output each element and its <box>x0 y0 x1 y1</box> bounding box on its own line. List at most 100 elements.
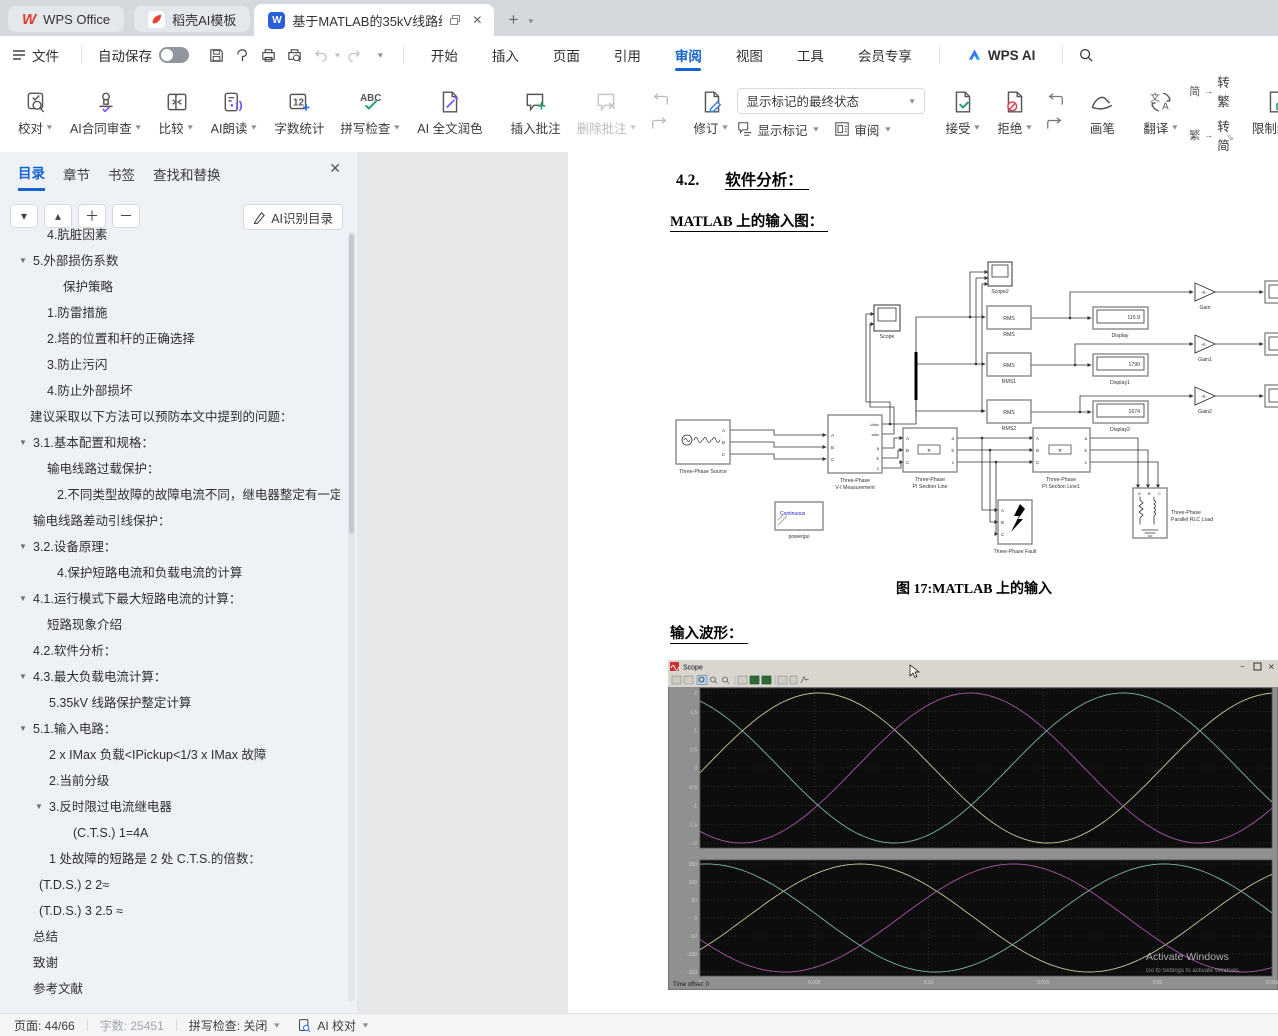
toc-item[interactable]: 4.保护短路电流和负载电流的计算 <box>0 560 340 586</box>
sidebar-close-icon[interactable]: ✕ <box>329 160 341 177</box>
toc-item[interactable]: (C.T.S.) 1=4A <box>0 820 340 846</box>
toc-collapse-icon[interactable]: ▼ <box>19 716 27 742</box>
menu-reference[interactable]: 引用 <box>597 36 658 74</box>
menu-page[interactable]: 页面 <box>536 36 597 74</box>
tab-wps-office[interactable]: W WPS Office <box>8 6 124 32</box>
tab-list-chevron-icon[interactable]: ▼ <box>526 17 535 25</box>
toc-item[interactable]: 输电线路过载保护： <box>0 456 340 482</box>
toc-item[interactable]: 3.防止污闪 <box>0 352 340 378</box>
proofread-button[interactable]: 校对▼ <box>10 90 62 137</box>
toc-item[interactable]: 4.2.软件分析： <box>0 638 340 664</box>
toc-item[interactable]: 2.塔的位置和杆的正确选择 <box>0 326 340 352</box>
menu-home[interactable]: 开始 <box>414 36 475 74</box>
toc-item[interactable]: 5.35kV 线路保护整定计算 <box>0 690 340 716</box>
markup-state-select[interactable]: 显示标记的最终状态▼ <box>737 88 925 114</box>
toc-item[interactable]: 1.防雷措施 <box>0 300 340 326</box>
toc-item[interactable]: (T.D.S.) 3 2.5 ≈ <box>0 898 340 924</box>
toc-collapse-icon[interactable]: ▼ <box>19 430 27 456</box>
toc-item[interactable]: ▼3.1.基本配置和规格： <box>0 430 340 456</box>
toc-item[interactable]: 输电线路差动引线保护： <box>0 508 340 534</box>
toc-item[interactable]: 2.不同类型故障的故障电流不同，继电器整定有一定 ... <box>0 482 340 508</box>
toc-item[interactable]: 4.肮脏因素 <box>0 222 340 248</box>
sidebar-tab-bookmark[interactable]: 书签 <box>108 164 135 190</box>
group-expand-icon[interactable]: ⇘ <box>1226 132 1234 143</box>
pen-button[interactable]: 画笔 <box>1081 90 1123 137</box>
search-icon[interactable] <box>1073 47 1099 63</box>
toc-item[interactable]: 建议采取以下方法可以预防本文中提到的问题： <box>0 404 340 430</box>
toc-item[interactable]: 4.防止外部损坏 <box>0 378 340 404</box>
toc-collapse-icon[interactable]: ▼ <box>19 534 27 560</box>
to-simplified-button[interactable]: 繁→ 转简 <box>1189 116 1230 153</box>
redo-icon[interactable] <box>342 47 368 64</box>
ai-proof-chevron-icon[interactable]: ▼ <box>361 1021 370 1029</box>
word-count-button[interactable]: 12 字数统计 <box>266 90 332 137</box>
reject-button[interactable]: 拒绝▼ <box>989 90 1041 137</box>
toolbar-more-chevron-icon[interactable]: ▼ <box>376 51 385 59</box>
document-page[interactable]: 4.2.软件分析： MATLAB 上的输入图： <box>568 152 1278 1013</box>
compare-button[interactable]: 比较▼ <box>151 90 203 137</box>
wps-ai-button[interactable]: WPS AI <box>950 36 1053 74</box>
menu-review[interactable]: 审阅 <box>658 36 719 74</box>
export-pdf-icon[interactable] <box>229 47 255 64</box>
menu-tools[interactable]: 工具 <box>780 36 841 74</box>
toc-item[interactable]: 参考文献 <box>0 976 340 1002</box>
to-traditional-button[interactable]: 简→ 转繁 <box>1189 74 1230 110</box>
previous-comment-icon[interactable] <box>650 92 670 110</box>
toc-item[interactable]: ▼3.反时限过电流继电器 <box>0 794 340 820</box>
toc-item[interactable]: ▼5.外部损伤系数 <box>0 248 340 274</box>
restrict-editing-button[interactable]: 限制编辑 <box>1244 90 1278 137</box>
ai-contract-review-button[interactable]: AI合同审查▼ <box>62 90 151 137</box>
translate-button[interactable]: 文A 翻译▼ <box>1135 90 1187 137</box>
sidebar-tab-find-replace[interactable]: 查找和替换 <box>153 164 221 190</box>
next-comment-icon[interactable] <box>650 116 670 134</box>
spell-check-status[interactable]: 拼写检查: 关闭 <box>189 1017 268 1034</box>
toc-item[interactable]: 1 处故障的短路是 2 处 C.T.S.的倍数： <box>0 846 340 872</box>
ai-polish-button[interactable]: AI 全文润色 <box>409 90 490 137</box>
print-preview-icon[interactable] <box>281 47 307 64</box>
accept-button[interactable]: 接受▼ <box>937 90 989 137</box>
toc-item[interactable]: ▼3.2.设备原理： <box>0 534 340 560</box>
undo-chevron-icon[interactable]: ▼ <box>333 51 342 59</box>
show-markup-button[interactable]: 显示标记▼ <box>737 120 820 139</box>
toc-item[interactable]: (T.D.S.) 2 2≈ <box>0 872 340 898</box>
toc-item[interactable]: ▼4.3.最大负载电流计算： <box>0 664 340 690</box>
ai-proof-status[interactable]: AI 校对 <box>317 1017 356 1034</box>
save-icon[interactable] <box>203 47 229 64</box>
toc-item[interactable]: 保护策略 <box>0 274 340 300</box>
close-tab-icon[interactable]: ✕ <box>468 13 486 27</box>
toc-collapse-icon[interactable]: ▼ <box>19 248 27 274</box>
spell-check-button[interactable]: ABC 拼写检查▼ <box>332 90 409 137</box>
toc-item[interactable]: 总结 <box>0 924 340 950</box>
previous-change-icon[interactable] <box>1045 92 1065 110</box>
review-pane-button[interactable]: 审阅▼ <box>834 120 892 139</box>
sidebar-tab-toc[interactable]: 目录 <box>18 162 45 191</box>
toc-item[interactable]: ▼5.1.输入电路： <box>0 716 340 742</box>
menu-member[interactable]: 会员专享 <box>841 36 929 74</box>
autosave-toggle[interactable] <box>159 47 189 63</box>
toc-item[interactable]: 2 x IMax 负载<IPickup<1/3 x IMax 故障 <box>0 742 340 768</box>
spell-chevron-icon[interactable]: ▼ <box>272 1021 281 1029</box>
sidebar-scrollbar-thumb[interactable] <box>349 234 354 534</box>
undo-icon[interactable] <box>307 47 333 64</box>
menu-insert[interactable]: 插入 <box>475 36 536 74</box>
toc-item[interactable]: ▼4.1.运行模式下最大短路电流的计算： <box>0 586 340 612</box>
toc-item[interactable]: 短路现象介绍 <box>0 612 340 638</box>
menu-view[interactable]: 视图 <box>719 36 780 74</box>
sidebar-tab-chapter[interactable]: 章节 <box>63 164 90 190</box>
ai-read-aloud-button[interactable]: AI朗读▼ <box>203 90 267 137</box>
track-changes-button[interactable]: 修订▼ <box>686 90 738 137</box>
tab-document-active[interactable]: W 基于MATLAB的35kV线路继 ✕ <box>254 4 494 36</box>
new-tab-icon[interactable]: + <box>504 10 522 30</box>
page-indicator[interactable]: 页面: 44/66 <box>14 1017 75 1034</box>
print-icon[interactable] <box>255 47 281 64</box>
sidebar-scrollbar[interactable] <box>348 232 355 1002</box>
tab-docer-ai[interactable]: 稻壳AI模板 <box>134 6 250 32</box>
next-change-icon[interactable] <box>1045 116 1065 134</box>
float-window-icon[interactable] <box>449 14 461 26</box>
toc-item[interactable]: 致谢 <box>0 950 340 976</box>
delete-comment-button[interactable]: 删除批注▼ <box>569 90 646 137</box>
toc-item[interactable]: 2.当前分级 <box>0 768 340 794</box>
toc-collapse-icon[interactable]: ▼ <box>35 794 43 820</box>
insert-comment-button[interactable]: 插入批注 <box>503 90 569 137</box>
toc-collapse-icon[interactable]: ▼ <box>19 664 27 690</box>
